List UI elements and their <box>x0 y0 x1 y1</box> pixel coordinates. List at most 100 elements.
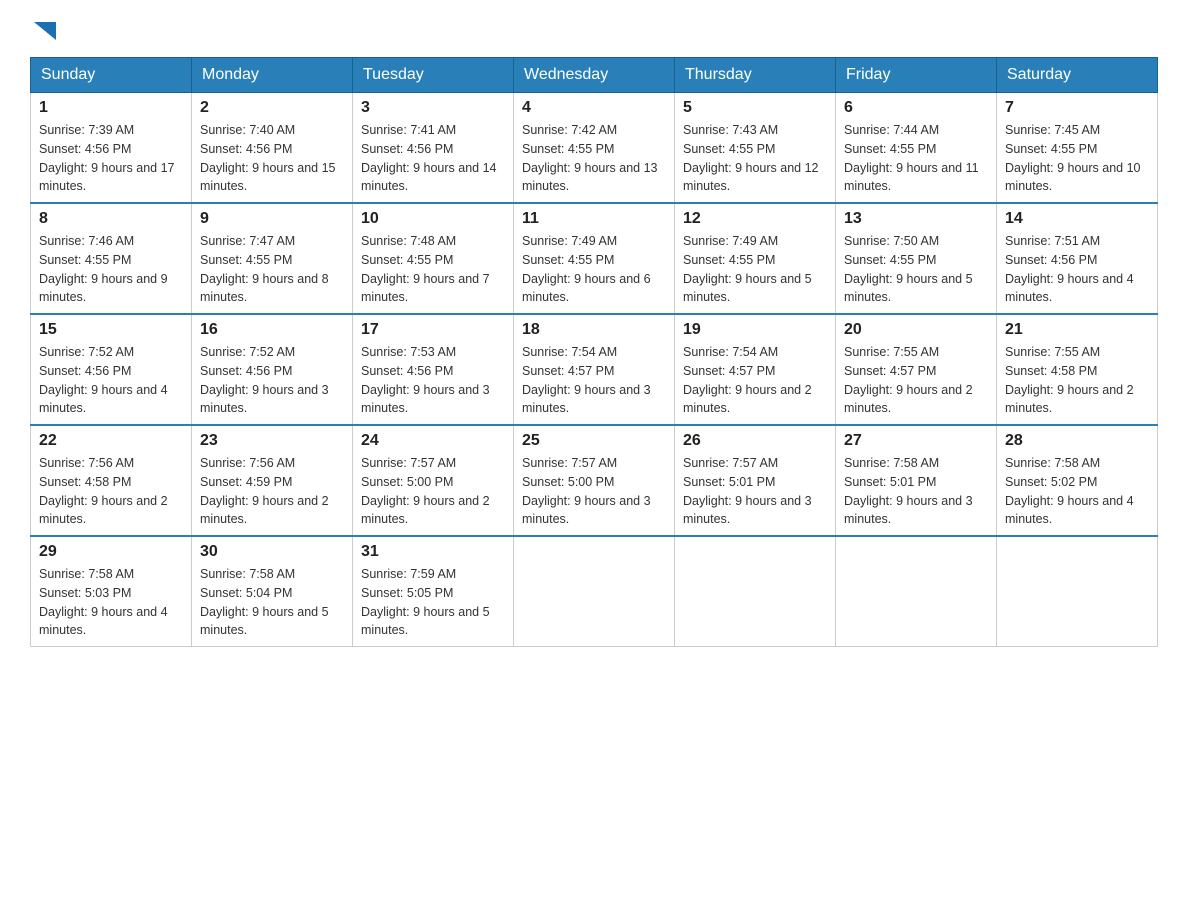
calendar-cell: 18 Sunrise: 7:54 AMSunset: 4:57 PMDayligh… <box>514 314 675 425</box>
day-number: 20 <box>844 321 988 339</box>
day-info: Sunrise: 7:50 AMSunset: 4:55 PMDaylight:… <box>844 232 988 307</box>
day-info: Sunrise: 7:40 AMSunset: 4:56 PMDaylight:… <box>200 121 344 196</box>
day-number: 12 <box>683 210 827 228</box>
day-number: 31 <box>361 543 505 561</box>
day-number: 27 <box>844 432 988 450</box>
day-info: Sunrise: 7:58 AMSunset: 5:02 PMDaylight:… <box>1005 454 1149 529</box>
day-info: Sunrise: 7:39 AMSunset: 4:56 PMDaylight:… <box>39 121 183 196</box>
calendar-cell: 15 Sunrise: 7:52 AMSunset: 4:56 PMDayligh… <box>31 314 192 425</box>
calendar-table: SundayMondayTuesdayWednesdayThursdayFrid… <box>30 57 1158 647</box>
day-info: Sunrise: 7:52 AMSunset: 4:56 PMDaylight:… <box>200 343 344 418</box>
calendar-cell: 21Sunrise: 7:55 AMSunset: 4:58 PMDayligh… <box>997 314 1158 425</box>
day-number: 16 <box>200 321 344 339</box>
day-number: 3 <box>361 99 505 117</box>
day-info: Sunrise: 7:48 AMSunset: 4:55 PMDaylight:… <box>361 232 505 307</box>
header-wednesday: Wednesday <box>514 58 675 93</box>
calendar-cell <box>997 536 1158 647</box>
day-info: Sunrise: 7:53 AMSunset: 4:56 PMDaylight:… <box>361 343 505 418</box>
day-number: 5 <box>683 99 827 117</box>
calendar-cell: 30 Sunrise: 7:58 AMSunset: 5:04 PMDayligh… <box>192 536 353 647</box>
calendar-cell <box>514 536 675 647</box>
weekday-header-row: SundayMondayTuesdayWednesdayThursdayFrid… <box>31 58 1158 93</box>
calendar-cell: 25Sunrise: 7:57 AMSunset: 5:00 PMDayligh… <box>514 425 675 536</box>
day-number: 6 <box>844 99 988 117</box>
day-info: Sunrise: 7:58 AMSunset: 5:04 PMDaylight:… <box>200 565 344 640</box>
day-info: Sunrise: 7:58 AMSunset: 5:01 PMDaylight:… <box>844 454 988 529</box>
calendar-cell: 23 Sunrise: 7:56 AMSunset: 4:59 PMDayligh… <box>192 425 353 536</box>
day-number: 25 <box>522 432 666 450</box>
day-number: 7 <box>1005 99 1149 117</box>
day-number: 2 <box>200 99 344 117</box>
day-info: Sunrise: 7:54 AMSunset: 4:57 PMDaylight:… <box>683 343 827 418</box>
day-info: Sunrise: 7:56 AMSunset: 4:59 PMDaylight:… <box>200 454 344 529</box>
header-saturday: Saturday <box>997 58 1158 93</box>
week-row-4: 22 Sunrise: 7:56 AMSunset: 4:58 PMDayligh… <box>31 425 1158 536</box>
header-monday: Monday <box>192 58 353 93</box>
calendar-cell: 20 Sunrise: 7:55 AMSunset: 4:57 PMDayligh… <box>836 314 997 425</box>
day-info: Sunrise: 7:51 AMSunset: 4:56 PMDaylight:… <box>1005 232 1149 307</box>
day-number: 10 <box>361 210 505 228</box>
calendar-cell: 22 Sunrise: 7:56 AMSunset: 4:58 PMDayligh… <box>31 425 192 536</box>
day-number: 26 <box>683 432 827 450</box>
calendar-cell: 17 Sunrise: 7:53 AMSunset: 4:56 PMDayligh… <box>353 314 514 425</box>
day-number: 22 <box>39 432 183 450</box>
calendar-cell <box>836 536 997 647</box>
day-number: 29 <box>39 543 183 561</box>
day-info: Sunrise: 7:49 AMSunset: 4:55 PMDaylight:… <box>683 232 827 307</box>
day-info: Sunrise: 7:55 AMSunset: 4:57 PMDaylight:… <box>844 343 988 418</box>
calendar-cell: 24Sunrise: 7:57 AMSunset: 5:00 PMDayligh… <box>353 425 514 536</box>
calendar-cell: 13 Sunrise: 7:50 AMSunset: 4:55 PMDayligh… <box>836 203 997 314</box>
logo <box>30 20 56 41</box>
day-info: Sunrise: 7:52 AMSunset: 4:56 PMDaylight:… <box>39 343 183 418</box>
day-number: 28 <box>1005 432 1149 450</box>
header-tuesday: Tuesday <box>353 58 514 93</box>
calendar-cell: 9 Sunrise: 7:47 AMSunset: 4:55 PMDaylight… <box>192 203 353 314</box>
day-info: Sunrise: 7:56 AMSunset: 4:58 PMDaylight:… <box>39 454 183 529</box>
week-row-2: 8 Sunrise: 7:46 AMSunset: 4:55 PMDaylight… <box>31 203 1158 314</box>
day-number: 21 <box>1005 321 1149 339</box>
calendar-cell: 14 Sunrise: 7:51 AMSunset: 4:56 PMDayligh… <box>997 203 1158 314</box>
calendar-cell: 5 Sunrise: 7:43 AMSunset: 4:55 PMDaylight… <box>675 93 836 204</box>
day-info: Sunrise: 7:59 AMSunset: 5:05 PMDaylight:… <box>361 565 505 640</box>
calendar-cell: 8 Sunrise: 7:46 AMSunset: 4:55 PMDaylight… <box>31 203 192 314</box>
day-number: 9 <box>200 210 344 228</box>
calendar-cell: 19 Sunrise: 7:54 AMSunset: 4:57 PMDayligh… <box>675 314 836 425</box>
calendar-cell: 4Sunrise: 7:42 AMSunset: 4:55 PMDaylight… <box>514 93 675 204</box>
day-info: Sunrise: 7:45 AMSunset: 4:55 PMDaylight:… <box>1005 121 1149 196</box>
day-info: Sunrise: 7:54 AMSunset: 4:57 PMDaylight:… <box>522 343 666 418</box>
calendar-cell: 7 Sunrise: 7:45 AMSunset: 4:55 PMDaylight… <box>997 93 1158 204</box>
day-number: 13 <box>844 210 988 228</box>
calendar-cell: 10 Sunrise: 7:48 AMSunset: 4:55 PMDayligh… <box>353 203 514 314</box>
day-info: Sunrise: 7:44 AMSunset: 4:55 PMDaylight:… <box>844 121 988 196</box>
calendar-cell <box>675 536 836 647</box>
header-sunday: Sunday <box>31 58 192 93</box>
day-number: 17 <box>361 321 505 339</box>
calendar-cell: 28 Sunrise: 7:58 AMSunset: 5:02 PMDayligh… <box>997 425 1158 536</box>
calendar-cell: 31 Sunrise: 7:59 AMSunset: 5:05 PMDayligh… <box>353 536 514 647</box>
calendar-cell: 16 Sunrise: 7:52 AMSunset: 4:56 PMDayligh… <box>192 314 353 425</box>
day-number: 18 <box>522 321 666 339</box>
calendar-cell: 6 Sunrise: 7:44 AMSunset: 4:55 PMDaylight… <box>836 93 997 204</box>
calendar-cell: 11Sunrise: 7:49 AMSunset: 4:55 PMDayligh… <box>514 203 675 314</box>
day-number: 24 <box>361 432 505 450</box>
day-info: Sunrise: 7:41 AMSunset: 4:56 PMDaylight:… <box>361 121 505 196</box>
calendar-cell: 26Sunrise: 7:57 AMSunset: 5:01 PMDayligh… <box>675 425 836 536</box>
day-number: 1 <box>39 99 183 117</box>
day-number: 19 <box>683 321 827 339</box>
calendar-cell: 29Sunrise: 7:58 AMSunset: 5:03 PMDayligh… <box>31 536 192 647</box>
calendar-cell: 12 Sunrise: 7:49 AMSunset: 4:55 PMDayligh… <box>675 203 836 314</box>
week-row-1: 1 Sunrise: 7:39 AMSunset: 4:56 PMDaylight… <box>31 93 1158 204</box>
day-info: Sunrise: 7:47 AMSunset: 4:55 PMDaylight:… <box>200 232 344 307</box>
day-number: 8 <box>39 210 183 228</box>
header-thursday: Thursday <box>675 58 836 93</box>
day-info: Sunrise: 7:46 AMSunset: 4:55 PMDaylight:… <box>39 232 183 307</box>
day-number: 30 <box>200 543 344 561</box>
day-number: 23 <box>200 432 344 450</box>
calendar-cell: 3 Sunrise: 7:41 AMSunset: 4:56 PMDaylight… <box>353 93 514 204</box>
day-number: 15 <box>39 321 183 339</box>
header-friday: Friday <box>836 58 997 93</box>
day-number: 14 <box>1005 210 1149 228</box>
day-number: 11 <box>522 210 666 228</box>
day-number: 4 <box>522 99 666 117</box>
day-info: Sunrise: 7:43 AMSunset: 4:55 PMDaylight:… <box>683 121 827 196</box>
